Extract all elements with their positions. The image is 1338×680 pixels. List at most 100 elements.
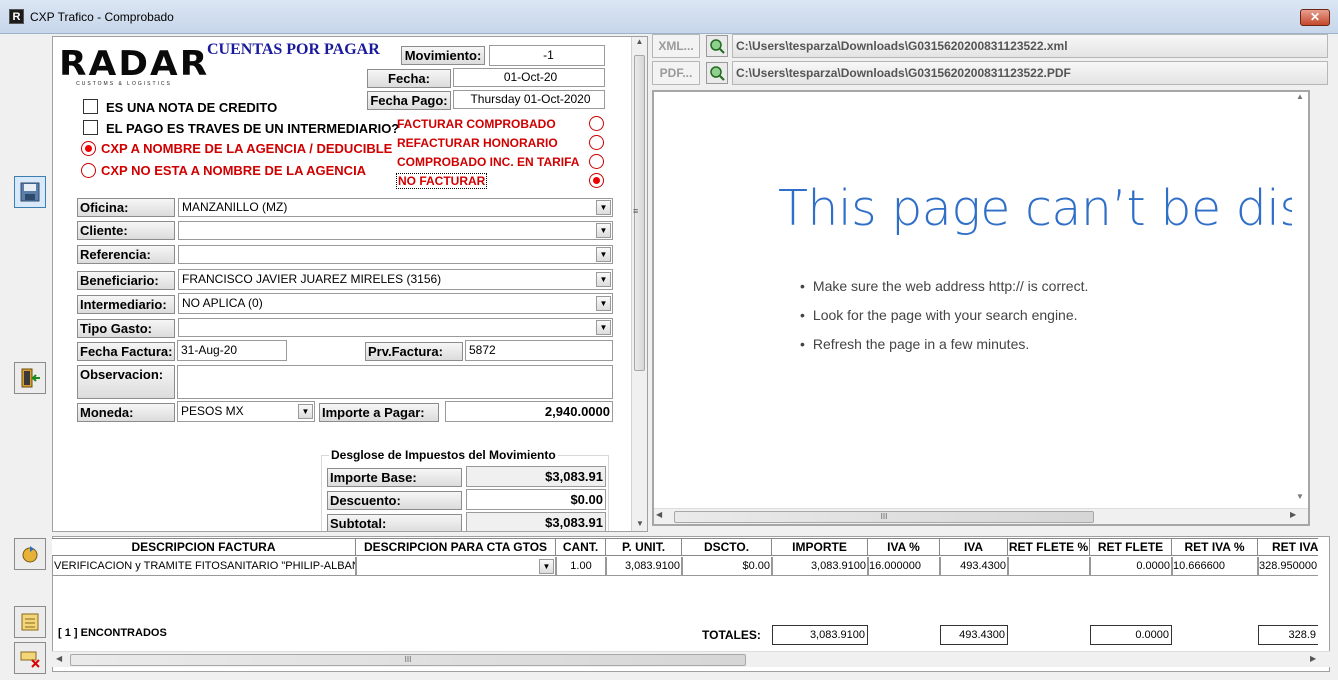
scroll-right-icon[interactable]: ▶	[1290, 510, 1296, 519]
table-cell[interactable]: 16.000000	[868, 557, 940, 576]
pdf-button[interactable]: PDF...	[652, 61, 700, 85]
refacturar-honorario-radio[interactable]	[589, 135, 604, 150]
fecha-factura-field[interactable]: 31-Aug-20	[177, 340, 287, 361]
table-cell[interactable]: 10.666600	[1172, 557, 1258, 576]
pdf-view-button[interactable]	[706, 62, 728, 84]
cliente-select[interactable]: ▼	[178, 221, 613, 240]
col-p-unit[interactable]: P. UNIT.	[606, 539, 682, 556]
descuento-field[interactable]: $0.00	[466, 489, 606, 510]
col-ret-flete-pct[interactable]: RET FLETE %	[1008, 539, 1090, 556]
fecha-field[interactable]: 01-Oct-20	[453, 68, 605, 87]
scroll-left-icon[interactable]: ◀	[656, 510, 662, 519]
chevron-down-icon[interactable]: ▼	[298, 404, 313, 419]
table-cell[interactable]: 3,083.9100	[772, 557, 868, 576]
close-button[interactable]: ✕	[1300, 9, 1330, 26]
scroll-down-icon[interactable]: ▼	[1292, 492, 1308, 501]
xml-view-button[interactable]	[706, 35, 728, 57]
xml-path-field[interactable]: C:\Users\tesparza\Downloads\G03156202008…	[732, 34, 1328, 58]
oficina-label: Oficina:	[77, 198, 175, 217]
chevron-down-icon[interactable]: ▼	[596, 320, 611, 335]
total-ret-flete: 0.0000	[1090, 625, 1172, 645]
col-importe[interactable]: IMPORTE	[772, 539, 868, 556]
table-cell[interactable]: VERIFICACION y TRAMITE FITOSANITARIO "PH…	[52, 557, 356, 576]
importe-pagar-field[interactable]: 2,940.0000	[445, 401, 613, 422]
observacion-field[interactable]	[177, 365, 613, 399]
grid-hscrollbar[interactable]: ◀ III ▶	[52, 651, 1330, 667]
scroll-up-icon[interactable]: ▲	[632, 37, 647, 51]
oficina-select[interactable]: MANZANILLO (MZ) ▼	[178, 198, 613, 217]
facturar-comprobado-label: FACTURAR COMPROBADO	[397, 117, 556, 131]
comprobado-tarifa-label: COMPROBADO INC. EN TARIFA	[397, 155, 580, 169]
splitter-grip-icon[interactable]: ≡	[633, 206, 638, 216]
chevron-down-icon[interactable]: ▼	[539, 559, 554, 574]
browser-hscroll-thumb[interactable]: III	[674, 511, 1094, 523]
grid-header: DESCRIPCION FACTURA DESCRIPCION PARA CTA…	[52, 538, 1318, 556]
chevron-down-icon[interactable]: ▼	[596, 296, 611, 311]
comprobado-tarifa-radio[interactable]	[589, 154, 604, 169]
table-cell[interactable]: 1.00	[556, 557, 606, 576]
scroll-up-icon[interactable]: ▲	[1292, 92, 1308, 101]
no-agencia-radio[interactable]	[81, 163, 96, 178]
beneficiario-label: Beneficiario:	[77, 271, 175, 290]
movimiento-field[interactable]: -1	[489, 45, 605, 66]
referencia-select[interactable]: ▼	[178, 245, 613, 264]
form-vscrollbar[interactable]: ▲ ▼	[631, 37, 647, 531]
descuento-label: Descuento:	[327, 491, 462, 510]
chevron-down-icon[interactable]: ▼	[596, 223, 611, 238]
col-descripcion-factura[interactable]: DESCRIPCION FACTURA	[52, 539, 356, 556]
col-descripcion-cta[interactable]: DESCRIPCION PARA CTA GTOS	[356, 539, 556, 556]
agencia-deducible-radio[interactable]	[81, 141, 96, 156]
moneda-select[interactable]: PESOS MX ▼	[177, 401, 315, 422]
col-ret-iva[interactable]: RET IVA	[1258, 539, 1318, 556]
intermediario-checkbox[interactable]	[83, 120, 98, 135]
col-ret-iva-pct[interactable]: RET IVA %	[1172, 539, 1258, 556]
table-cell[interactable]	[1008, 557, 1090, 576]
browser-hscrollbar[interactable]: ◀ III ▶	[654, 508, 1308, 524]
scroll-right-icon[interactable]: ▶	[1310, 654, 1316, 663]
scroll-left-icon[interactable]: ◀	[56, 654, 62, 663]
window-title: CXP Trafico - Comprobado	[30, 10, 174, 24]
scroll-down-icon[interactable]: ▼	[632, 519, 647, 528]
intermediario-label: Intermediario:	[77, 295, 175, 314]
save-button[interactable]	[14, 176, 46, 208]
pdf-path-field[interactable]: C:\Users\tesparza\Downloads\G03156202008…	[732, 61, 1328, 85]
bullet-icon: •	[800, 307, 805, 323]
prv-factura-field[interactable]: 5872	[465, 340, 613, 361]
beneficiario-select[interactable]: FRANCISCO JAVIER JUAREZ MIRELES (3156) ▼	[178, 269, 613, 290]
app-icon: R	[9, 9, 24, 24]
browser-vscrollbar[interactable]: ▲ ▼	[1292, 92, 1308, 508]
table-cell[interactable]: 0.0000	[1090, 557, 1172, 576]
no-facturar-radio[interactable]	[589, 173, 604, 188]
xml-button[interactable]: XML...	[652, 34, 700, 58]
intermediario-select[interactable]: NO APLICA (0) ▼	[178, 293, 613, 314]
browser-tip-item: • Make sure the web address http:// is co…	[800, 278, 1088, 294]
facturar-comprobado-radio[interactable]	[589, 116, 604, 131]
table-cell[interactable]: $0.00	[682, 557, 772, 576]
exit-button[interactable]	[14, 362, 46, 394]
table-cell[interactable]: 493.4300	[940, 557, 1008, 576]
fecha-pago-field[interactable]: Thursday 01-Oct-2020	[453, 90, 605, 109]
list-config-button[interactable]	[14, 606, 46, 638]
table-cell[interactable]: 328.950000	[1258, 557, 1318, 576]
table-cell-select[interactable]: ▼	[356, 557, 556, 576]
col-dscto[interactable]: DSCTO.	[682, 539, 772, 556]
col-iva[interactable]: IVA	[940, 539, 1008, 556]
col-ret-flete[interactable]: RET FLETE	[1090, 539, 1172, 556]
col-cant[interactable]: CANT.	[556, 539, 606, 556]
nota-credito-checkbox[interactable]	[83, 99, 98, 114]
col-iva-pct[interactable]: IVA %	[868, 539, 940, 556]
observacion-label: Observacion:	[77, 365, 175, 399]
browser-tip-text: Refresh the page in a few minutes.	[812, 336, 1030, 352]
grid-hscroll-thumb[interactable]: III	[70, 654, 746, 666]
chevron-down-icon[interactable]: ▼	[596, 272, 611, 287]
chevron-down-icon[interactable]: ▼	[596, 200, 611, 215]
save-icon	[20, 182, 40, 202]
importe-base-field: $3,083.91	[466, 466, 606, 487]
table-cell[interactable]: 3,083.9100	[606, 557, 682, 576]
chevron-down-icon[interactable]: ▼	[596, 247, 611, 262]
cliente-label: Cliente:	[77, 221, 175, 240]
delete-button[interactable]	[14, 642, 46, 674]
refresh-button[interactable]	[14, 538, 46, 570]
fecha-factura-label: Fecha Factura:	[77, 342, 175, 361]
tipo-gasto-select[interactable]: ▼	[178, 318, 613, 337]
